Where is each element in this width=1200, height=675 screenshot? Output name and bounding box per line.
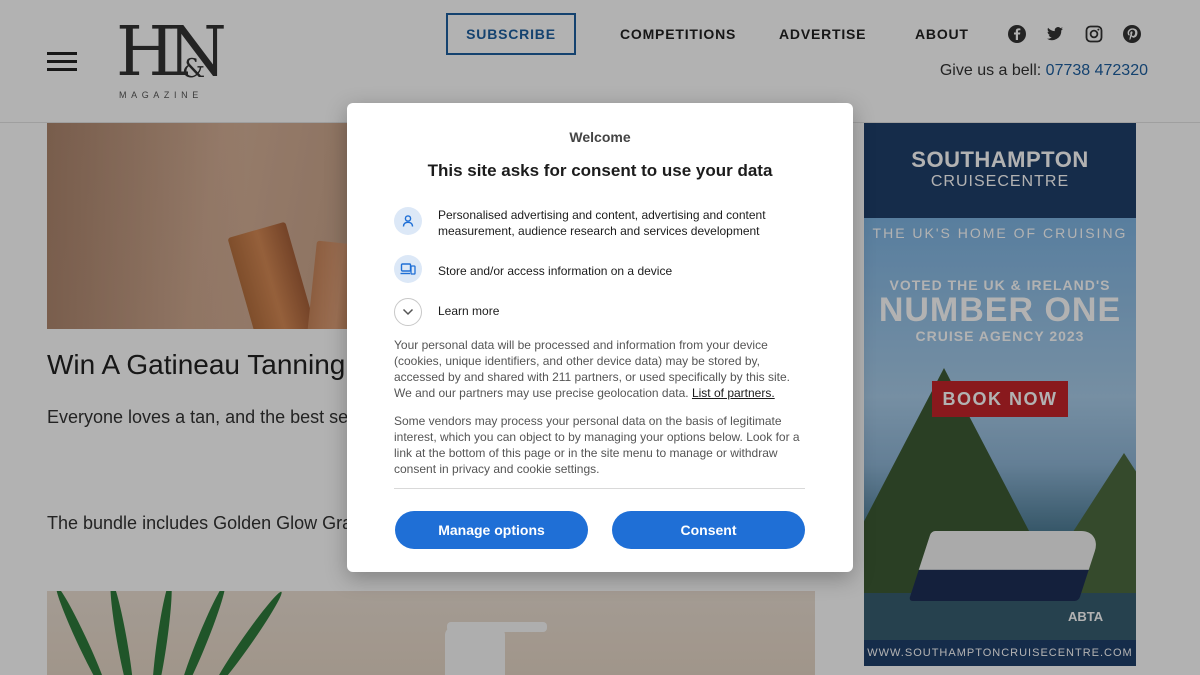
- devices-icon: [394, 255, 422, 283]
- purpose-storage: Store and/or access information on a dev…: [438, 264, 673, 278]
- consent-paragraph-2: Some vendors may process your personal d…: [394, 414, 800, 476]
- chevron-down-icon: [402, 308, 414, 316]
- learn-more-label[interactable]: Learn more: [438, 304, 499, 318]
- dialog-title: This site asks for consent to use your d…: [427, 161, 773, 180]
- consent-dialog: Welcome This site asks for consent to us…: [347, 103, 853, 572]
- dialog-welcome: Welcome: [569, 129, 631, 145]
- consent-paragraph-1: Your personal data will be processed and…: [394, 337, 806, 401]
- purpose-advertising: Personalised advertising and content, ad…: [438, 208, 766, 238]
- person-icon: [394, 207, 422, 235]
- manage-options-button[interactable]: Manage options: [395, 511, 588, 549]
- dialog-divider: [394, 488, 805, 489]
- learn-more-toggle[interactable]: [394, 298, 422, 326]
- list-of-partners-link[interactable]: List of partners.: [692, 386, 775, 400]
- consent-button[interactable]: Consent: [612, 511, 805, 549]
